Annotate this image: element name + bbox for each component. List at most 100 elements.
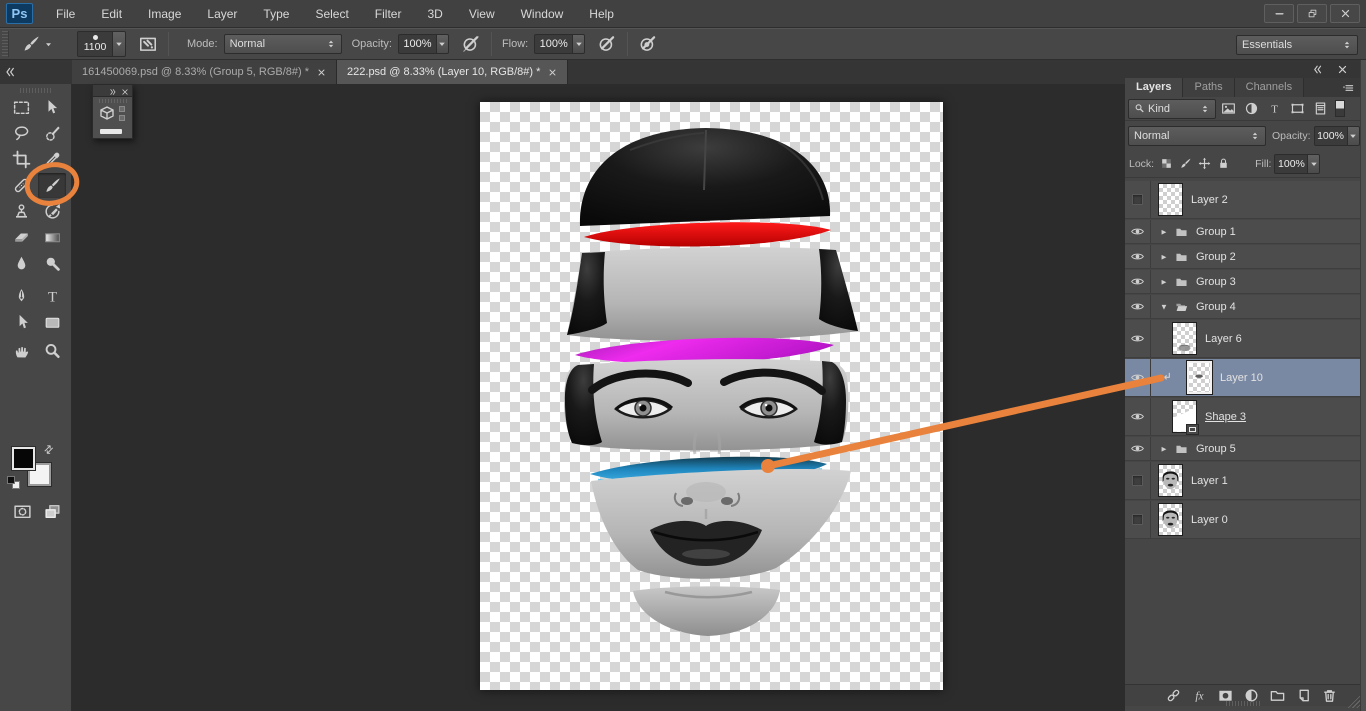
visibility-toggle-empty[interactable] xyxy=(1125,462,1151,499)
delete-layer-icon[interactable] xyxy=(1321,687,1338,704)
visibility-eye-icon[interactable] xyxy=(1125,359,1151,396)
flow-control[interactable]: 100% xyxy=(534,34,586,54)
layer-row-shape-3[interactable]: Shape 3 xyxy=(1125,398,1360,436)
layer-thumbnail[interactable] xyxy=(1158,503,1183,536)
expand-group-icon[interactable]: ► xyxy=(1160,227,1168,236)
brush-presets-panel-icon[interactable] xyxy=(136,33,160,55)
screen-mode-icon[interactable] xyxy=(38,499,66,524)
lasso-tool[interactable] xyxy=(7,121,35,146)
hand-tool[interactable] xyxy=(7,339,35,364)
layer-thumbnail[interactable] xyxy=(1172,322,1197,355)
menu-3d[interactable]: 3D xyxy=(414,0,455,28)
layer-name[interactable]: Shape 3 xyxy=(1205,411,1246,423)
layer-style-fx-icon[interactable]: fx xyxy=(1191,687,1208,704)
type-tool[interactable]: T xyxy=(38,284,66,309)
layer-thumbnail[interactable] xyxy=(1172,400,1199,435)
layer-fill-control[interactable]: 100% xyxy=(1274,153,1321,174)
layer-name[interactable]: Layer 6 xyxy=(1205,333,1242,345)
blur-tool[interactable] xyxy=(7,251,35,276)
collapse-panels-icon[interactable] xyxy=(1312,64,1323,75)
options-bar-grip[interactable] xyxy=(2,31,9,57)
tablet-pressure-opacity-icon[interactable] xyxy=(459,33,483,55)
restore-icon[interactable] xyxy=(1297,4,1327,23)
menu-view[interactable]: View xyxy=(456,0,508,28)
move-tool[interactable] xyxy=(38,95,66,120)
dodge-tool[interactable] xyxy=(38,251,66,276)
filter-toggle-icon[interactable] xyxy=(1335,100,1345,117)
zoom-tool[interactable] xyxy=(38,339,66,364)
visibility-eye-icon[interactable] xyxy=(1125,398,1151,435)
workspace-select[interactable]: Essentials xyxy=(1236,35,1358,55)
layer-opacity-control[interactable]: 100% xyxy=(1313,125,1360,146)
layer-name[interactable]: Group 5 xyxy=(1196,443,1236,455)
opacity-control[interactable]: 100% xyxy=(397,34,449,54)
panel-tab-layers[interactable]: Layers xyxy=(1125,78,1184,97)
menu-type[interactable]: Type xyxy=(250,0,302,28)
visibility-eye-icon[interactable] xyxy=(1125,270,1151,293)
rectangular-marquee-tool[interactable] xyxy=(7,95,35,120)
layer-row-layer-10[interactable]: Layer 10 xyxy=(1125,359,1360,397)
close-icon[interactable] xyxy=(121,87,129,95)
expand-group-icon[interactable]: ► xyxy=(1160,277,1168,286)
close-icon[interactable] xyxy=(548,68,557,77)
quick-selection-tool[interactable] xyxy=(38,121,66,146)
layer-name[interactable]: Group 1 xyxy=(1196,226,1236,238)
menu-help[interactable]: Help xyxy=(576,0,627,28)
history-brush-tool[interactable] xyxy=(38,199,66,224)
type-layer-filter-icon[interactable]: T xyxy=(1264,100,1285,117)
visibility-eye-icon[interactable] xyxy=(1125,437,1151,460)
collapse-toolbar-icon[interactable] xyxy=(0,60,72,84)
toolbar-grip[interactable] xyxy=(20,88,52,93)
crop-tool[interactable] xyxy=(7,147,35,172)
adjustment-layer-filter-icon[interactable] xyxy=(1241,100,1262,117)
layer-name[interactable]: Group 3 xyxy=(1196,276,1236,288)
panel-grip[interactable] xyxy=(99,99,127,103)
eyedropper-tool[interactable] xyxy=(38,147,66,172)
shape-layer-filter-icon[interactable] xyxy=(1287,100,1308,117)
menu-filter[interactable]: Filter xyxy=(362,0,415,28)
layer-name[interactable]: Layer 1 xyxy=(1191,475,1228,487)
close-icon[interactable] xyxy=(1330,4,1360,23)
quick-mask-icon[interactable] xyxy=(8,499,36,524)
menu-edit[interactable]: Edit xyxy=(88,0,135,28)
layer-row-layer-0[interactable]: Layer 0 xyxy=(1125,501,1360,539)
expand-group-icon[interactable]: ► xyxy=(1160,252,1168,261)
spot-healing-brush-tool[interactable] xyxy=(7,173,35,198)
layer-group-row-group-1[interactable]: ► Group 1 xyxy=(1125,220,1360,244)
visibility-eye-icon[interactable] xyxy=(1125,295,1151,318)
layer-group-row-group-4[interactable]: ▼ Group 4 xyxy=(1125,295,1360,319)
layer-name[interactable]: Group 4 xyxy=(1196,301,1236,313)
pixel-layer-filter-icon[interactable] xyxy=(1218,100,1239,117)
3d-cube-icon[interactable] xyxy=(98,105,116,123)
new-layer-icon[interactable] xyxy=(1295,687,1312,704)
blend-mode-select[interactable]: Normal xyxy=(223,34,342,54)
panel-tab-channels[interactable]: Channels xyxy=(1234,78,1305,97)
lock-all-icon[interactable] xyxy=(1214,155,1233,172)
expand-panel-icon[interactable] xyxy=(109,87,117,95)
menu-select[interactable]: Select xyxy=(302,0,361,28)
eraser-tool[interactable] xyxy=(7,225,35,250)
layer-thumbnail[interactable] xyxy=(1186,360,1213,395)
menu-file[interactable]: File xyxy=(43,0,88,28)
layer-blend-mode-select[interactable]: Normal xyxy=(1128,125,1266,146)
new-group-icon[interactable] xyxy=(1269,687,1286,704)
clone-stamp-tool[interactable] xyxy=(7,199,35,224)
lock-paint-icon[interactable] xyxy=(1176,155,1195,172)
lock-transparency-icon[interactable] xyxy=(1157,155,1176,172)
layer-name[interactable]: Group 2 xyxy=(1196,251,1236,263)
current-tool-preset[interactable] xyxy=(17,32,57,56)
layer-name[interactable]: Layer 10 xyxy=(1220,372,1263,384)
layer-thumbnail[interactable] xyxy=(1158,183,1183,216)
visibility-eye-icon[interactable] xyxy=(1125,245,1151,268)
visibility-eye-icon[interactable] xyxy=(1125,320,1151,357)
foreground-color-swatch[interactable] xyxy=(11,446,36,471)
expand-group-icon[interactable]: ► xyxy=(1160,444,1168,453)
close-icon[interactable] xyxy=(1337,64,1348,75)
lock-position-icon[interactable] xyxy=(1195,155,1214,172)
tablet-pressure-size-icon[interactable] xyxy=(636,33,660,55)
layer-name[interactable]: Layer 2 xyxy=(1191,194,1228,206)
link-layers-icon[interactable] xyxy=(1165,687,1182,704)
visibility-toggle-empty[interactable] xyxy=(1125,181,1151,218)
layer-row-layer-1[interactable]: Layer 1 xyxy=(1125,462,1360,500)
layer-name[interactable]: Layer 0 xyxy=(1191,514,1228,526)
